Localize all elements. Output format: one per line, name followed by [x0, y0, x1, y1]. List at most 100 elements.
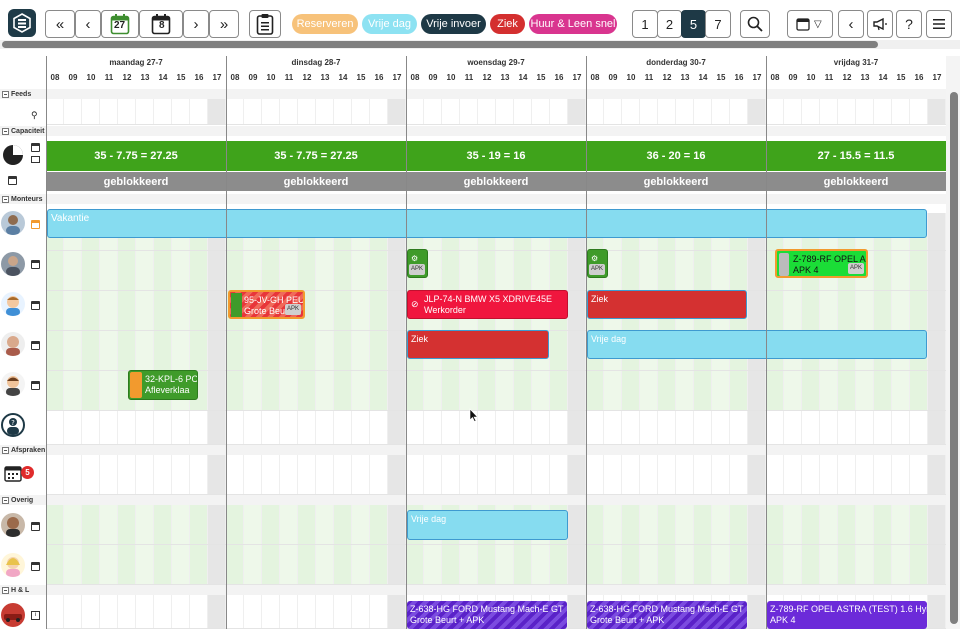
grid-cell[interactable] [856, 371, 874, 410]
grid-cell[interactable] [352, 545, 370, 584]
grid-cell[interactable] [658, 545, 676, 584]
grid-cell[interactable] [100, 595, 118, 628]
grid-cell[interactable] [316, 99, 334, 124]
grid-cell[interactable] [568, 99, 586, 124]
grid-cell[interactable] [640, 251, 658, 290]
grid-cell[interactable] [154, 455, 172, 494]
grid-cell[interactable] [856, 411, 874, 444]
blocked-cell[interactable]: geblokkeerd [766, 172, 946, 191]
grid-cell[interactable] [622, 411, 640, 444]
grid-cell[interactable] [676, 411, 694, 444]
calendar-icon[interactable] [31, 143, 40, 152]
grid-cell[interactable] [892, 99, 910, 124]
grid-cell[interactable] [244, 411, 262, 444]
collapse-toggle-icon[interactable] [2, 446, 9, 454]
grid-cell[interactable] [226, 99, 244, 124]
last-week-button[interactable]: » [209, 10, 239, 38]
grid-cell[interactable] [118, 291, 136, 330]
grid-cell[interactable] [766, 371, 784, 410]
grid-cell[interactable] [676, 251, 694, 290]
grid-cell[interactable] [352, 505, 370, 544]
grid-cell[interactable] [190, 99, 208, 124]
menu-button[interactable] [926, 10, 952, 38]
grid-cell[interactable] [172, 331, 190, 370]
monitor-icon[interactable] [31, 156, 40, 163]
grid-cell[interactable] [532, 455, 550, 494]
grid-cell[interactable] [100, 371, 118, 410]
grid-cell[interactable] [550, 455, 568, 494]
grid-cell[interactable] [928, 411, 946, 444]
grid-cell[interactable] [388, 505, 406, 544]
grid-cell[interactable] [532, 411, 550, 444]
grid-cell[interactable] [928, 455, 946, 494]
grid-cell[interactable] [910, 545, 928, 584]
grid-cell[interactable] [154, 331, 172, 370]
grid-cell[interactable] [892, 291, 910, 330]
avatar-car[interactable] [1, 603, 25, 627]
grid-cell[interactable] [478, 99, 496, 124]
grid-cell[interactable] [802, 545, 820, 584]
grid-cell[interactable] [154, 595, 172, 628]
grid-cell[interactable] [442, 251, 460, 290]
grid-cell[interactable] [730, 251, 748, 290]
grid-cell[interactable] [388, 99, 406, 124]
pill-reserveren[interactable]: Reserveren [292, 14, 358, 34]
day-header[interactable]: dinsdag 28-7 [226, 58, 406, 72]
grid-cell[interactable] [82, 251, 100, 290]
grid-cell[interactable] [100, 505, 118, 544]
grid-cell[interactable] [172, 455, 190, 494]
grid-cell[interactable] [820, 505, 838, 544]
next-button[interactable]: › [183, 10, 209, 38]
grid-cell[interactable] [388, 331, 406, 370]
grid-cell[interactable] [802, 411, 820, 444]
grid-cell[interactable] [676, 455, 694, 494]
blocked-cell[interactable]: geblokkeerd [586, 172, 766, 191]
grid-cell[interactable] [568, 595, 586, 628]
grid-cell[interactable] [208, 411, 226, 444]
event-vakantie[interactable]: Vakantie [47, 209, 927, 238]
event-32kpl6[interactable]: 32-KPL-6 PO Afleverklaa [128, 370, 198, 400]
grid-cell[interactable] [658, 411, 676, 444]
grid-cell[interactable] [766, 545, 784, 584]
grid-cell[interactable] [694, 545, 712, 584]
grid-cell[interactable] [640, 99, 658, 124]
grid-cell[interactable] [694, 505, 712, 544]
grid-cell[interactable] [910, 455, 928, 494]
grid-cell[interactable] [712, 99, 730, 124]
grid-cell[interactable] [550, 411, 568, 444]
grid-cell[interactable] [478, 251, 496, 290]
grid-cell[interactable] [910, 371, 928, 410]
grid-cell[interactable] [550, 99, 568, 124]
grid-cell[interactable] [316, 455, 334, 494]
pill-ziek[interactable]: Ziek [490, 14, 525, 34]
grid-cell[interactable] [316, 595, 334, 628]
grid-cell[interactable] [298, 411, 316, 444]
calendar-icon[interactable] [31, 220, 40, 229]
grid-cell[interactable] [100, 411, 118, 444]
grid-cell[interactable] [820, 545, 838, 584]
grid-cell[interactable] [82, 291, 100, 330]
view-dropdown[interactable]: ▽ [787, 10, 833, 38]
avatar[interactable] [1, 332, 25, 356]
collapse-toggle-icon[interactable] [2, 195, 9, 203]
grid-cell[interactable] [640, 505, 658, 544]
grid-cell[interactable] [82, 99, 100, 124]
grid-cell[interactable] [64, 331, 82, 370]
grid-cell[interactable] [262, 505, 280, 544]
pill-huur-leen-snel[interactable]: Huur & Leen snel [529, 14, 617, 34]
grid-cell[interactable] [442, 99, 460, 124]
grid-cell[interactable] [82, 371, 100, 410]
grid-cell[interactable] [100, 251, 118, 290]
grid-cell[interactable] [604, 411, 622, 444]
grid-cell[interactable] [208, 99, 226, 124]
day-header[interactable]: woensdag 29-7 [406, 58, 586, 72]
grid-cell[interactable] [226, 411, 244, 444]
grid-cell[interactable] [424, 411, 442, 444]
calendar-icon[interactable] [31, 341, 40, 350]
grid-cell[interactable] [352, 595, 370, 628]
grid-cell[interactable] [370, 545, 388, 584]
grid-cell[interactable] [64, 505, 82, 544]
calendar-icon[interactable] [31, 301, 40, 310]
grid-cell[interactable] [136, 595, 154, 628]
grid-cell[interactable] [532, 99, 550, 124]
